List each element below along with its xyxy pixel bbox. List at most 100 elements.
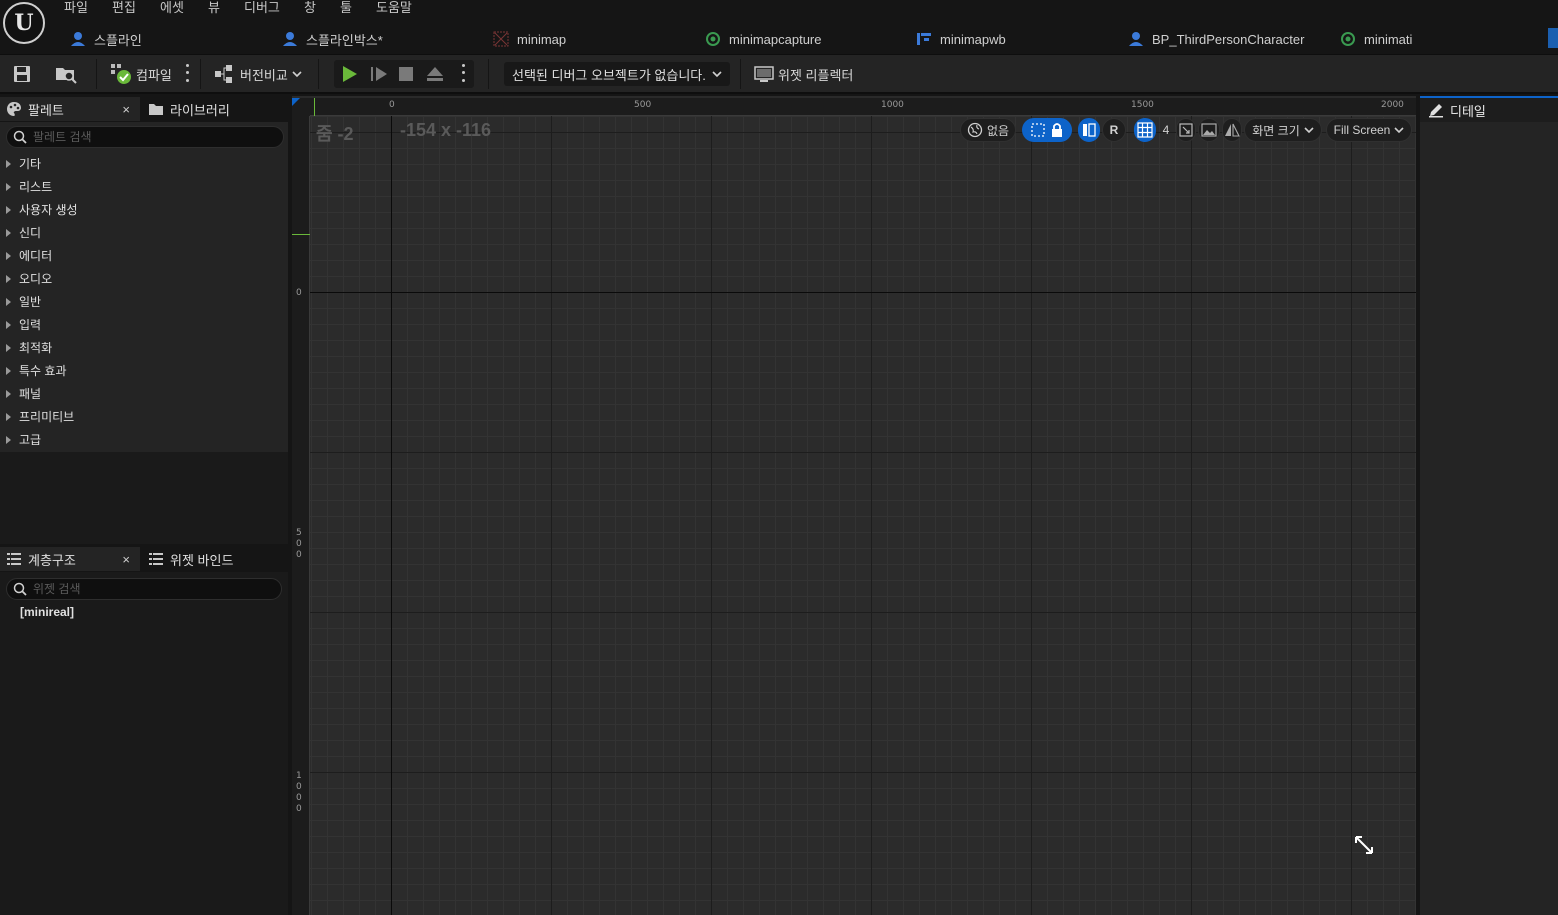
save-button[interactable]: [12, 60, 32, 88]
palette-category-panel[interactable]: 패널: [0, 382, 288, 405]
widget-reflector-label: 위젯 리플렉터: [778, 67, 854, 83]
details-panel: [1420, 96, 1558, 915]
compile-options-kebab[interactable]: [184, 62, 190, 84]
localization-preview-button[interactable]: 없음: [960, 118, 1016, 142]
menu-asset[interactable]: 에셋: [160, 0, 184, 16]
canvas-origin-axis-horizontal: [310, 292, 1416, 293]
close-icon[interactable]: ×: [122, 102, 130, 117]
ruler-cursor-marker-vertical: [292, 234, 310, 235]
mirror-preview-button[interactable]: [1222, 118, 1242, 142]
tab-label: BP_ThirdPersonCharacter: [1152, 31, 1305, 47]
palette-search-input[interactable]: [33, 130, 273, 144]
hierarchy-search-field[interactable]: [6, 578, 282, 600]
screen-size-dropdown[interactable]: 화면 크기: [1244, 118, 1322, 142]
hierarchy-search-input[interactable]: [33, 582, 273, 596]
step-button[interactable]: [370, 60, 388, 88]
step-icon: [371, 67, 387, 81]
toolbar-separator: [200, 59, 201, 89]
expand-arrow-icon: [6, 205, 11, 214]
resize-handle-icon[interactable]: [1354, 835, 1374, 855]
compile-button[interactable]: 컴파일: [110, 60, 172, 88]
menu-edit[interactable]: 편집: [112, 0, 136, 16]
palette-category-list[interactable]: 리스트: [0, 175, 288, 198]
tab-minimapwb[interactable]: minimapwb: [916, 28, 1006, 50]
play-options-kebab[interactable]: [460, 62, 466, 84]
menu-tools[interactable]: 툴: [340, 0, 352, 16]
tab-minimap[interactable]: minimap: [493, 28, 566, 50]
palette-category-optimization[interactable]: 최적화: [0, 336, 288, 359]
widget-reflector-button[interactable]: 위젯 리플렉터: [754, 60, 853, 88]
expand-arrow-icon: [6, 412, 11, 421]
category-label: 프리미티브: [19, 410, 75, 424]
palette-category-audio[interactable]: 오디오: [0, 267, 288, 290]
search-icon: [13, 582, 27, 596]
tab-spline[interactable]: 스플라인: [70, 28, 142, 50]
menu-debug[interactable]: 디버그: [244, 0, 280, 16]
browse-button[interactable]: [54, 60, 78, 88]
hierarchy-panel: [0, 546, 288, 915]
palette-category-input[interactable]: 입력: [0, 313, 288, 336]
unreal-logo-icon[interactable]: U: [3, 2, 45, 44]
widget-reflector-icon: [754, 66, 774, 82]
flip-icon: [1083, 123, 1096, 137]
ruler-label: 0: [296, 288, 302, 298]
palette-category-special-effects[interactable]: 특수 효과: [0, 359, 288, 382]
expand-arrow-icon: [6, 251, 11, 260]
palette-category-primitive[interactable]: 프리미티브: [0, 405, 288, 428]
tab-label: 스플라인: [94, 32, 142, 48]
tab-minimapcapture[interactable]: minimapcapture: [705, 28, 822, 50]
grid-icon: [1137, 122, 1153, 138]
background-image-button[interactable]: [1198, 118, 1220, 142]
resize-frame-icon: [1179, 123, 1193, 137]
hierarchy-root-item[interactable]: [minireal]: [20, 605, 74, 619]
menu-window[interactable]: 창: [304, 0, 316, 16]
tab-hierarchy[interactable]: 계층구조 ×: [0, 547, 140, 571]
fill-screen-dropdown[interactable]: Fill Screen: [1326, 118, 1412, 142]
category-label: 특수 효과: [19, 364, 67, 378]
tab-minimati[interactable]: minimati: [1340, 28, 1412, 50]
respect-locks-button[interactable]: R: [1102, 118, 1126, 142]
tab-bp-third-person-character[interactable]: BP_ThirdPersonCharacter: [1128, 28, 1304, 50]
grid-snap-toggle[interactable]: [1134, 118, 1156, 142]
transform-lock-group[interactable]: [1022, 118, 1072, 142]
eject-button[interactable]: [426, 60, 444, 88]
tab-label: minimapcapture: [729, 31, 822, 47]
tab-widget-bindings[interactable]: 위젯 바인드: [148, 547, 233, 571]
menu-view[interactable]: 뷰: [208, 0, 220, 16]
palette-search-field[interactable]: [6, 126, 284, 148]
ruler-corner: [292, 98, 310, 116]
menu-file[interactable]: 파일: [64, 0, 88, 16]
ruler-label: 0: [296, 804, 302, 814]
marquee-select-icon: [1031, 123, 1045, 137]
category-label: 오디오: [19, 272, 53, 286]
details-tab-label: 디테일: [1450, 103, 1486, 119]
category-label: 신디: [19, 226, 42, 240]
category-label: 에디터: [19, 249, 53, 263]
ruler-label: 1000: [881, 100, 904, 110]
tab-label: minimapwb: [940, 31, 1006, 47]
palette-category-misc[interactable]: 기타: [0, 152, 288, 175]
palette-category-advanced[interactable]: 고급: [0, 428, 288, 451]
close-icon[interactable]: ×: [122, 552, 130, 567]
menu-help[interactable]: 도움말: [376, 0, 412, 16]
tab-spline-box[interactable]: 스플라인박스*: [282, 28, 383, 50]
chevron-down-icon: [292, 71, 302, 78]
diff-button[interactable]: 버전비교: [214, 60, 302, 88]
palette-category-synth[interactable]: 신디: [0, 221, 288, 244]
palette-category-editor[interactable]: 에디터: [0, 244, 288, 267]
designer-canvas-grid[interactable]: [310, 116, 1416, 915]
tab-details[interactable]: 디테일: [1420, 96, 1558, 122]
grid-snap-value[interactable]: 4: [1158, 118, 1174, 142]
play-button[interactable]: [340, 60, 358, 88]
chevron-down-icon: [1304, 127, 1314, 134]
expand-arrow-icon: [6, 182, 11, 191]
debug-object-dropdown[interactable]: 선택된 디버그 오브젝트가 없습니다.: [504, 62, 730, 86]
respect-locks-toggle[interactable]: [1078, 118, 1100, 142]
stop-button[interactable]: [398, 60, 414, 88]
tab-library[interactable]: 라이브러리: [148, 97, 230, 121]
palette-category-common[interactable]: 일반: [0, 290, 288, 313]
palette-category-user-created[interactable]: 사용자 생성: [0, 198, 288, 221]
tab-palette[interactable]: 팔레트 ×: [0, 97, 140, 121]
flip-horizontal-button[interactable]: [1176, 118, 1196, 142]
ruler-label: 5: [296, 528, 302, 538]
